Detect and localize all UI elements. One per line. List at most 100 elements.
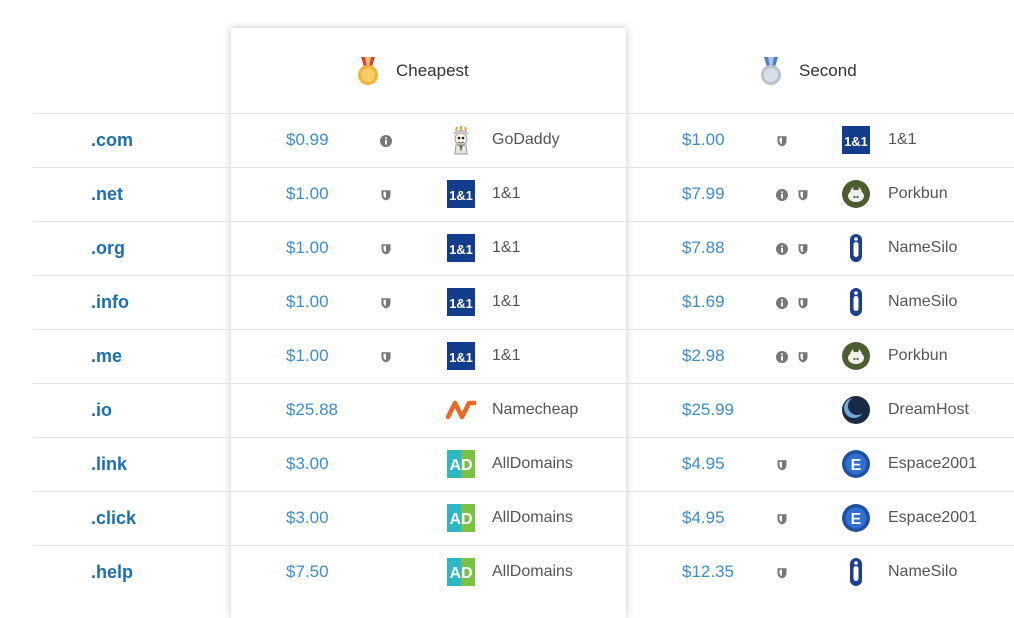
info-icon[interactable] <box>776 188 788 201</box>
namecheap-logo-icon <box>445 395 478 425</box>
gold-medal-icon <box>358 56 378 85</box>
tld-link[interactable]: .click <box>91 491 136 545</box>
tld-link[interactable]: .link <box>91 437 127 491</box>
table-row: .org $1.00 1&1 1&1 $7.88 NameSilo <box>33 221 1014 275</box>
cheapest-price[interactable]: $25.88 <box>286 383 338 437</box>
tld-link[interactable]: .net <box>91 167 123 221</box>
shield-icon[interactable] <box>380 188 392 201</box>
cheapest-registrar-name[interactable]: 1&1 <box>492 329 520 383</box>
dreamhost-logo-icon <box>841 395 871 425</box>
cheapest-header-label: Cheapest <box>396 60 469 80</box>
second-registrar-name[interactable]: NameSilo <box>888 221 957 275</box>
row-divider <box>33 167 1014 168</box>
svg-text:1&1: 1&1 <box>844 134 868 149</box>
tld-link[interactable]: .org <box>91 221 125 275</box>
cheapest-registrar-name[interactable]: AllDomains <box>492 545 573 599</box>
table-row: .info $1.00 1&1 1&1 $1.69 NameSilo <box>33 275 1014 329</box>
second-price[interactable]: $12.35 <box>682 545 734 599</box>
cheapest-price[interactable]: $3.00 <box>286 437 329 491</box>
shield-icon[interactable] <box>776 512 788 525</box>
second-price[interactable]: $1.69 <box>682 275 725 329</box>
cheapest-registrar-name[interactable]: AllDomains <box>492 437 573 491</box>
second-price[interactable]: $4.95 <box>682 491 725 545</box>
shield-icon[interactable] <box>797 350 809 363</box>
row-divider <box>33 329 1014 330</box>
tld-link[interactable]: .me <box>91 329 122 383</box>
cheapest-registrar-name[interactable]: 1&1 <box>492 167 520 221</box>
svg-text:AD: AD <box>449 457 472 474</box>
espace2001-logo-icon: E <box>841 449 871 479</box>
svg-text:1&1: 1&1 <box>449 242 473 257</box>
ionos-logo-icon: 1&1 <box>446 179 476 209</box>
second-registrar-name[interactable]: 1&1 <box>888 113 916 167</box>
cheapest-price[interactable]: $1.00 <box>286 275 329 329</box>
second-registrar-name[interactable]: Porkbun <box>888 329 948 383</box>
second-registrar-name[interactable]: Espace2001 <box>888 437 977 491</box>
table-row: .link $3.00 AD AllDomains $4.95 E Espace2001 <box>33 437 1014 491</box>
namesilo-logo-icon <box>841 233 871 263</box>
cheapest-registrar-name[interactable]: AllDomains <box>492 491 573 545</box>
second-registrar-name[interactable]: NameSilo <box>888 275 957 329</box>
second-price[interactable]: $7.88 <box>682 221 725 275</box>
second-header: Second <box>759 28 857 113</box>
svg-text:AD: AD <box>449 511 472 528</box>
tld-link[interactable]: .help <box>91 545 133 599</box>
cheapest-registrar-name[interactable]: GoDaddy <box>492 113 560 167</box>
alldomains-logo-icon: AD <box>446 503 476 533</box>
cheapest-registrar-name[interactable]: Namecheap <box>492 383 578 437</box>
cheapest-price[interactable]: $1.00 <box>286 167 329 221</box>
cheapest-price[interactable]: $1.00 <box>286 221 329 275</box>
svg-text:AD: AD <box>449 565 472 582</box>
second-price[interactable]: $1.00 <box>682 113 725 167</box>
cheapest-price[interactable]: $0.99 <box>286 113 329 167</box>
cheapest-registrar-name[interactable]: 1&1 <box>492 221 520 275</box>
silver-medal-icon <box>761 56 781 85</box>
cheapest-price[interactable]: $3.00 <box>286 491 329 545</box>
row-divider <box>33 221 1014 222</box>
shield-icon[interactable] <box>797 296 809 309</box>
table-row: .help $7.50 AD AllDomains $12.35 NameSilo <box>33 545 1014 599</box>
porkbun-logo-icon <box>841 179 871 209</box>
shield-icon[interactable] <box>380 350 392 363</box>
ionos-logo-icon: 1&1 <box>446 287 476 317</box>
second-header-label: Second <box>799 60 857 80</box>
row-divider <box>33 275 1014 276</box>
tld-link[interactable]: .io <box>91 383 112 437</box>
table-row: .net $1.00 1&1 1&1 $7.99 Porkbun <box>33 167 1014 221</box>
shield-icon[interactable] <box>797 188 809 201</box>
alldomains-logo-icon: AD <box>446 449 476 479</box>
table-row: .com $0.99 GoDaddy $1.00 1&1 1&1 <box>33 113 1014 167</box>
namesilo-logo-icon <box>841 557 871 587</box>
info-icon[interactable] <box>776 296 788 309</box>
shield-icon[interactable] <box>776 566 788 579</box>
second-price[interactable]: $25.99 <box>682 383 734 437</box>
second-price[interactable]: $2.98 <box>682 329 725 383</box>
tld-link[interactable]: .com <box>91 113 133 167</box>
info-icon[interactable] <box>380 134 392 147</box>
svg-text:1&1: 1&1 <box>449 188 473 203</box>
shield-icon[interactable] <box>797 242 809 255</box>
table-row: .click $3.00 AD AllDomains $4.95 E Espace2001 <box>33 491 1014 545</box>
cheapest-price[interactable]: $7.50 <box>286 545 329 599</box>
tld-link[interactable]: .info <box>91 275 129 329</box>
svg-text:E: E <box>851 511 862 528</box>
second-price[interactable]: $7.99 <box>682 167 725 221</box>
shield-icon[interactable] <box>776 134 788 147</box>
table-row: .me $1.00 1&1 1&1 $2.98 Porkbun <box>33 329 1014 383</box>
shield-icon[interactable] <box>380 242 392 255</box>
cheapest-price[interactable]: $1.00 <box>286 329 329 383</box>
table-row: .io $25.88 Namecheap $25.99 DreamHost <box>33 383 1014 437</box>
info-icon[interactable] <box>776 350 788 363</box>
second-registrar-name[interactable]: NameSilo <box>888 545 957 599</box>
alldomains-logo-icon: AD <box>446 557 476 587</box>
cheapest-registrar-name[interactable]: 1&1 <box>492 275 520 329</box>
shield-icon[interactable] <box>380 296 392 309</box>
info-icon[interactable] <box>776 242 788 255</box>
shield-icon[interactable] <box>776 458 788 471</box>
second-registrar-name[interactable]: Porkbun <box>888 167 948 221</box>
godaddy-logo-icon <box>446 125 476 155</box>
svg-text:E: E <box>851 457 862 474</box>
second-price[interactable]: $4.95 <box>682 437 725 491</box>
second-registrar-name[interactable]: Espace2001 <box>888 491 977 545</box>
second-registrar-name[interactable]: DreamHost <box>888 383 969 437</box>
